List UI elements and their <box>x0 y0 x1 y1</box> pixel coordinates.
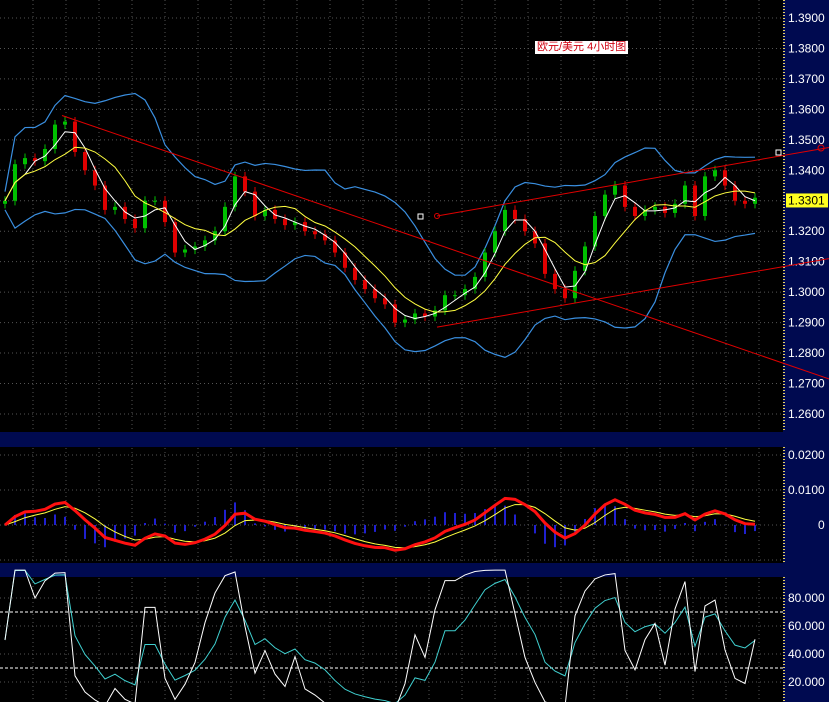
candle-up <box>613 185 617 195</box>
rsi-tick-label: 40.000 <box>788 647 825 661</box>
separator-band <box>0 432 829 447</box>
candle-down <box>83 152 87 171</box>
trendline-downtrend <box>61 114 829 380</box>
rsi-tick-label: 60.000 <box>788 619 825 633</box>
price-tick-label: 1.3800 <box>788 41 825 55</box>
price-tick-label: 1.3500 <box>788 133 825 147</box>
candle-down <box>133 219 137 229</box>
rsi-tick-label: 20.000 <box>788 675 825 689</box>
rsi-tick-label: 80.000 <box>788 591 825 605</box>
candle-up <box>23 158 27 165</box>
candle-up <box>503 209 507 232</box>
candle-down <box>353 267 357 280</box>
last-price-label: 1.3301 <box>788 193 825 207</box>
candle-down <box>553 273 557 290</box>
price-tick-label: 1.3400 <box>788 163 825 177</box>
candle-down <box>743 200 747 204</box>
macd-line <box>4 496 756 552</box>
candle-up <box>403 319 407 323</box>
price-tick-label: 1.3100 <box>788 255 825 269</box>
candle-up <box>113 206 117 210</box>
ma-slow-line <box>4 146 756 313</box>
bollinger-upper <box>4 92 756 276</box>
candle-down <box>563 289 567 299</box>
candle-down <box>283 219 287 226</box>
price-axis <box>783 0 829 432</box>
price-tick-label: 1.3200 <box>788 224 825 238</box>
candle-up <box>453 295 457 297</box>
candle-up <box>153 200 157 202</box>
candle-up <box>143 200 147 229</box>
candle-up <box>3 200 7 204</box>
trendline-channel-lower <box>436 258 829 328</box>
trendline-handle <box>417 213 424 220</box>
macd-tick-label: 0 <box>818 518 825 532</box>
price-tick-label: 1.3900 <box>788 11 825 25</box>
price-tick-label: 1.2800 <box>788 346 825 360</box>
candle-up <box>703 176 707 216</box>
price-tick-label: 1.3600 <box>788 102 825 116</box>
macd-tick-label: 0.0200 <box>788 448 825 462</box>
separator-band <box>0 563 829 577</box>
candle-down <box>363 279 367 290</box>
candle-up <box>713 170 717 177</box>
trendline-channel-upper <box>436 146 829 217</box>
candle-down <box>523 219 527 232</box>
candle-up <box>653 206 657 210</box>
chart-canvas[interactable]: 1.3900 1.3800 1.3700 1.3600 1.3500 1.3400 1.33… <box>0 0 829 702</box>
macd-tick-label: 0.0100 <box>788 483 825 497</box>
candle-up <box>753 197 757 204</box>
trendline-handle <box>775 149 782 156</box>
price-tick-label: 1.2700 <box>788 377 825 391</box>
candle-down <box>513 209 517 220</box>
candle-down <box>633 206 637 216</box>
candle-up <box>183 249 187 253</box>
candle-up <box>63 121 67 125</box>
price-tick-label: 1.2900 <box>788 316 825 330</box>
price-tick-label: 1.2600 <box>788 407 825 421</box>
price-tick-label: 1.3700 <box>788 72 825 86</box>
price-tick-label: 1.3000 <box>788 285 825 299</box>
chart-window: 1.3900 1.3800 1.3700 1.3600 1.3500 1.3400 1.33… <box>0 0 829 702</box>
macd-axis <box>783 447 829 563</box>
candle-down <box>313 231 317 235</box>
chart-title: 欧元/美元 4小时图 <box>535 41 629 54</box>
candle-up <box>603 194 607 216</box>
